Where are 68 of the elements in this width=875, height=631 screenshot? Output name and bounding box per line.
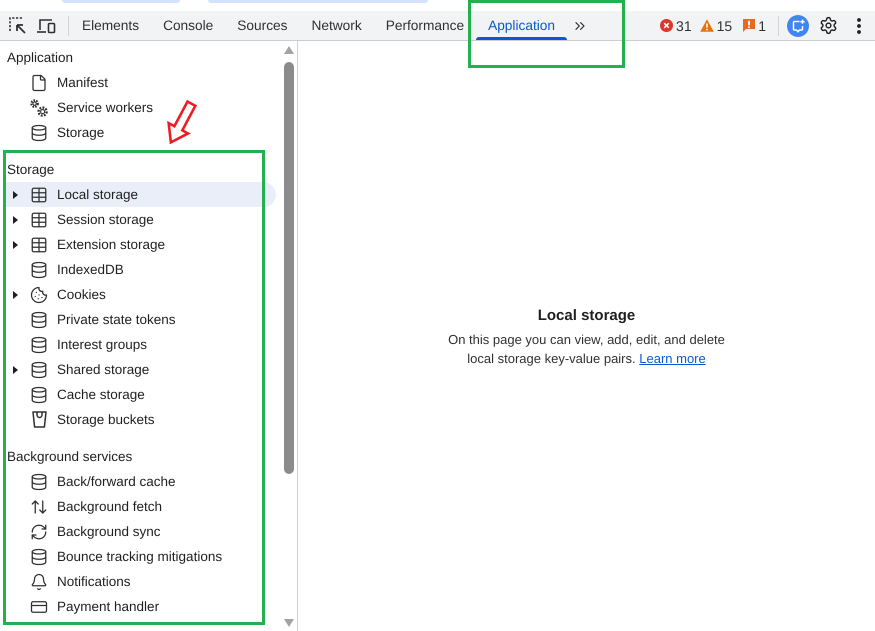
sidebar-item[interactable]: Background fetch <box>6 494 170 519</box>
sidebar-item[interactable]: Service workers <box>6 95 162 120</box>
bell-icon <box>30 572 48 590</box>
expand-arrow-icon[interactable] <box>12 190 18 198</box>
tab[interactable]: Elements <box>70 11 152 40</box>
tab[interactable]: Console <box>151 11 226 40</box>
sidebar-item[interactable]: Extension storage <box>6 232 174 257</box>
sidebar-item[interactable]: Payment handler <box>6 594 168 619</box>
database-icon <box>30 360 48 378</box>
sidebar-item[interactable]: Shared storage <box>6 357 158 382</box>
expand-arrow-icon[interactable] <box>12 366 18 374</box>
sidebar-item[interactable]: Notifications <box>6 569 139 594</box>
expand-arrow-icon[interactable] <box>12 240 18 248</box>
database-icon <box>30 124 48 142</box>
tab[interactable]: Network <box>300 11 374 40</box>
cookie-icon <box>30 286 48 304</box>
up-down-arrows-icon <box>30 498 48 516</box>
annotation-arrow-icon <box>167 100 197 144</box>
panel-description: On this page you can view, add, edit, and delete local storage key-value pairs. Learn more <box>447 331 726 368</box>
table-icon <box>30 186 48 204</box>
scrollbar-thumb[interactable] <box>284 62 294 474</box>
tab[interactable]: Sources <box>225 11 300 40</box>
sidebar-item[interactable]: Local storage <box>6 182 276 207</box>
errors-button[interactable]: 31 <box>660 18 692 34</box>
issues-button[interactable]: 1 <box>743 18 766 34</box>
warning-icon <box>700 19 714 32</box>
inspect-icon <box>9 16 27 34</box>
database-icon <box>30 336 48 354</box>
gears-icon <box>30 98 48 116</box>
database-icon <box>30 260 48 278</box>
database-icon <box>30 472 48 490</box>
tab[interactable]: Application <box>476 11 568 40</box>
section-header: Application <box>6 49 74 67</box>
sidebar-item[interactable]: Cookies <box>6 282 114 307</box>
database-icon <box>30 548 48 566</box>
section-header: Background services <box>6 448 134 466</box>
learn-more-link[interactable]: Learn more <box>639 351 706 366</box>
sidebar-item[interactable]: IndexedDB <box>6 257 132 282</box>
section-header: Storage <box>6 161 56 179</box>
sidebar-item[interactable]: Bounce tracking mitigations <box>6 544 230 569</box>
sidebar-item[interactable]: Cache storage <box>6 382 153 407</box>
sidebar-item[interactable]: Back/forward cache <box>6 469 184 494</box>
sidebar-item[interactable]: Storage <box>6 120 112 145</box>
sync-icon <box>30 522 48 540</box>
device-icon <box>36 18 56 34</box>
table-icon <box>30 236 48 254</box>
sidebar-item[interactable]: Private state tokens <box>6 307 184 332</box>
bucket-icon <box>32 411 46 428</box>
settings-icon <box>818 16 838 35</box>
error-icon <box>660 19 674 32</box>
database-icon <box>30 386 48 404</box>
sidebar-item[interactable]: Manifest <box>6 70 116 95</box>
sidebar-item[interactable]: Interest groups <box>6 332 156 357</box>
expand-arrow-icon[interactable] <box>12 216 18 224</box>
file-icon <box>30 74 48 92</box>
panel-title: Local storage <box>538 306 636 326</box>
warnings-button[interactable]: 15 <box>700 18 732 34</box>
ai-assistance-button[interactable] <box>787 12 809 38</box>
expand-arrow-icon[interactable] <box>12 290 18 298</box>
sidebar-item[interactable]: Storage buckets <box>6 407 163 432</box>
table-icon <box>30 210 48 228</box>
issue-icon <box>743 19 756 32</box>
chat-sparkle-icon <box>787 14 809 36</box>
tab[interactable]: Performance <box>374 11 476 40</box>
kebab-menu-icon <box>857 18 861 34</box>
sidebar-item[interactable]: Background sync <box>6 519 169 544</box>
database-icon <box>30 310 48 328</box>
sidebar-item[interactable]: Session storage <box>6 207 162 232</box>
